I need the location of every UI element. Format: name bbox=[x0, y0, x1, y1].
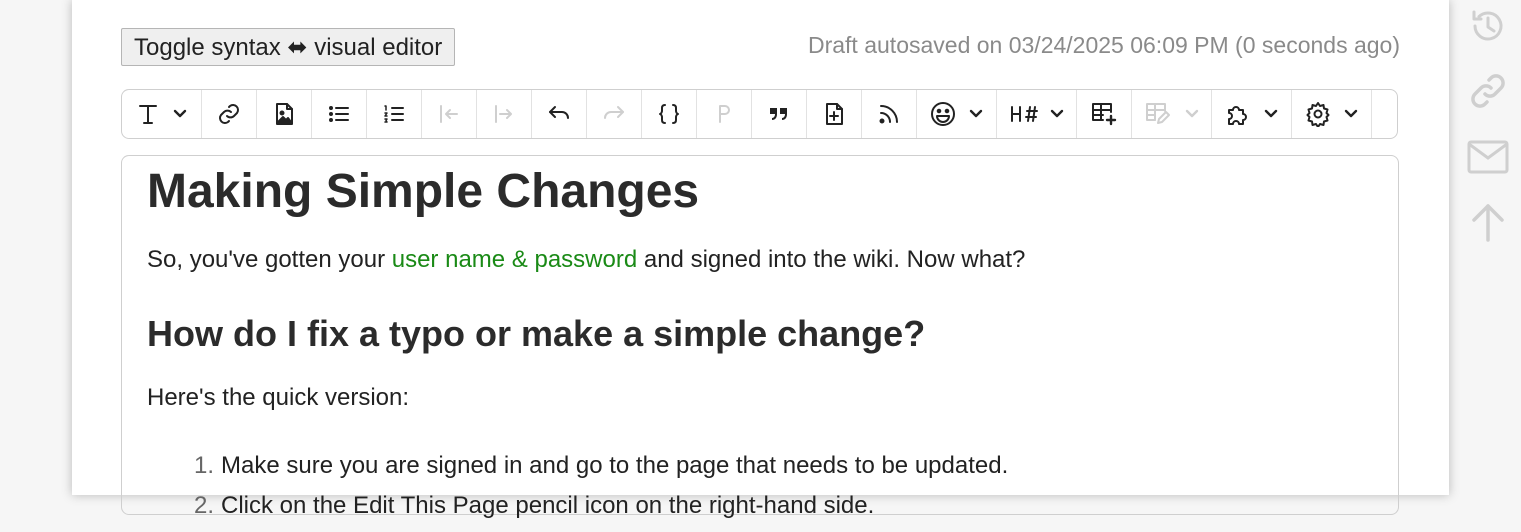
editor-toolbar bbox=[121, 89, 1398, 139]
intro-text-after: and signed into the wiki. Now what? bbox=[637, 246, 1026, 273]
paragraph-button bbox=[697, 90, 752, 138]
table-edit-icon bbox=[1144, 101, 1172, 127]
chevron-down-icon bbox=[1185, 109, 1199, 119]
quick-version-text: Here's the quick version: bbox=[147, 384, 410, 411]
settings-gear-button[interactable] bbox=[1292, 90, 1372, 138]
user-name-password-link[interactable]: user name & password bbox=[392, 246, 637, 273]
code-braces-button[interactable] bbox=[642, 90, 697, 138]
steps-list: 1. Make sure you are signed in and go to … bbox=[194, 452, 1008, 532]
chevron-down-icon[interactable] bbox=[1264, 109, 1278, 119]
list-item-text: Make sure you are signed in and go to th… bbox=[221, 452, 1009, 479]
undo-icon bbox=[546, 102, 572, 126]
code-braces-icon bbox=[657, 102, 681, 126]
table-edit-button bbox=[1132, 90, 1212, 138]
redo-button bbox=[587, 90, 642, 138]
table-insert-icon bbox=[1090, 101, 1118, 127]
permalink-icon[interactable] bbox=[1465, 68, 1511, 114]
page-title: Making Simple Changes bbox=[147, 165, 700, 218]
undo-button[interactable] bbox=[532, 90, 587, 138]
toggle-editor-button[interactable]: Toggle syntax ⬌ visual editor bbox=[121, 28, 456, 66]
insert-page-icon bbox=[822, 102, 846, 126]
blockquote-button[interactable] bbox=[752, 90, 807, 138]
insert-page-button[interactable] bbox=[807, 90, 862, 138]
outdent-icon bbox=[437, 102, 461, 126]
list-item-text: Click on the Edit This Page pencil icon … bbox=[221, 492, 875, 519]
numbered-list-button[interactable] bbox=[367, 90, 422, 138]
chevron-down-icon[interactable] bbox=[969, 109, 983, 119]
link-button[interactable] bbox=[202, 90, 257, 138]
email-icon[interactable] bbox=[1465, 134, 1511, 180]
rss-feed-button[interactable] bbox=[862, 90, 917, 138]
outdent-button bbox=[422, 90, 477, 138]
list-item: 2. Click on the Edit This Page pencil ico… bbox=[194, 492, 1008, 520]
chevron-down-icon[interactable] bbox=[173, 109, 187, 119]
autosave-status: Draft autosaved on 03/24/2025 06:09 PM (… bbox=[807, 32, 1400, 58]
emoji-icon bbox=[930, 101, 956, 127]
bulleted-list-icon bbox=[327, 102, 351, 126]
chevron-down-icon[interactable] bbox=[1050, 109, 1064, 119]
chevron-down-icon[interactable] bbox=[1344, 109, 1358, 119]
emoji-button[interactable] bbox=[917, 90, 997, 138]
numbered-list-icon bbox=[382, 102, 406, 126]
intro-text-before: So, you've gotten your bbox=[147, 246, 392, 273]
image-icon bbox=[272, 102, 296, 126]
page-container: Toggle syntax ⬌ visual editor Draft auto… bbox=[72, 0, 1449, 519]
table-insert-button[interactable] bbox=[1077, 90, 1132, 138]
editor-content[interactable]: Making Simple Changes So, you've gotten … bbox=[121, 155, 1399, 519]
paragraph-icon bbox=[714, 102, 734, 126]
heading-number-icon bbox=[1009, 102, 1039, 126]
image-button[interactable] bbox=[257, 90, 312, 138]
list-item-number: 2. bbox=[194, 492, 215, 519]
redo-icon bbox=[601, 102, 627, 126]
text-format-button[interactable] bbox=[122, 90, 202, 138]
text-format-icon bbox=[136, 102, 160, 126]
list-item: 1. Make sure you are signed in and go to … bbox=[194, 452, 1008, 480]
section-heading: How do I fix a typo or make a simple cha… bbox=[147, 313, 926, 354]
link-icon bbox=[217, 102, 241, 126]
list-item-number: 1. bbox=[194, 452, 215, 479]
bulleted-list-button[interactable] bbox=[312, 90, 367, 138]
plugin-puzzle-button[interactable] bbox=[1212, 90, 1292, 138]
heading-number-button[interactable] bbox=[997, 90, 1077, 138]
indent-icon bbox=[492, 102, 516, 126]
rss-feed-icon bbox=[877, 102, 901, 126]
history-icon[interactable] bbox=[1465, 3, 1511, 49]
intro-paragraph: So, you've gotten your user name & passw… bbox=[147, 246, 1025, 274]
plugin-puzzle-icon bbox=[1225, 101, 1251, 127]
indent-button bbox=[477, 90, 532, 138]
arrow-up-icon[interactable] bbox=[1465, 199, 1511, 245]
blockquote-icon bbox=[767, 102, 791, 126]
settings-gear-icon bbox=[1305, 101, 1331, 127]
